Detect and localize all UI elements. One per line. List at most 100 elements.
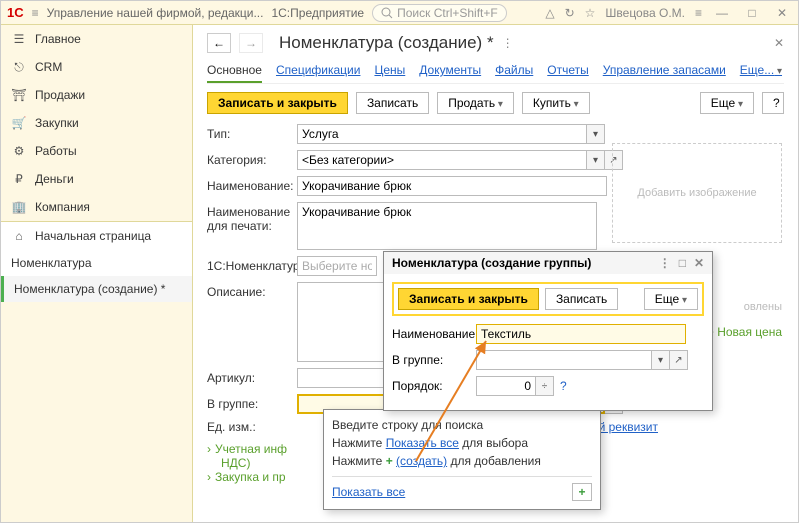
group-label: В группе:: [207, 397, 297, 411]
notifications-icon[interactable]: △: [545, 6, 554, 20]
save-close-button[interactable]: Записать и закрыть: [207, 92, 348, 114]
popup-name-label: Наименование:: [392, 327, 476, 341]
sell-button[interactable]: Продать: [437, 92, 514, 114]
popup-name-field[interactable]: [476, 324, 686, 344]
name-field[interactable]: [297, 176, 607, 196]
image-placeholder[interactable]: Добавить изображение: [612, 143, 782, 243]
home-icon: ☰: [11, 31, 27, 47]
type-field[interactable]: [297, 124, 587, 144]
article-label: Артикул:: [207, 371, 297, 385]
desc-label: Описание:: [207, 282, 297, 299]
nav-money[interactable]: ₽Деньги: [1, 165, 192, 193]
more-menu-icon[interactable]: ⋮: [502, 36, 514, 50]
category-dropdown-icon[interactable]: ▾: [587, 150, 605, 170]
tab-stock[interactable]: Управление запасами: [603, 59, 726, 83]
popup-order-field[interactable]: [476, 376, 536, 396]
popup-save-button[interactable]: Записать: [545, 288, 618, 310]
nav-company[interactable]: 🏢Компания: [1, 193, 192, 221]
tab-more[interactable]: Еще...: [740, 59, 782, 83]
sidebar: ☰Главное ⎋CRM ⛩Продажи 🛒Закупки ⚙Работы …: [1, 25, 193, 522]
save-button[interactable]: Записать: [356, 92, 429, 114]
nom-field[interactable]: [297, 256, 377, 276]
type-dropdown-icon[interactable]: ▾: [587, 124, 605, 144]
nav-sales[interactable]: ⛩Продажи: [1, 81, 192, 109]
tab-docs[interactable]: Документы: [419, 59, 481, 83]
popup-save-close-button[interactable]: Записать и закрыть: [398, 288, 539, 310]
popup-close-icon[interactable]: ✕: [694, 256, 704, 270]
updated-note: овлены: [744, 301, 782, 313]
logo-1c: 1C: [7, 5, 24, 20]
forward-button[interactable]: →: [239, 33, 263, 53]
search-dropdown: Введите строку для поиска Нажмите Показа…: [323, 409, 601, 510]
nav-start-page[interactable]: ⌂Начальная страница: [1, 222, 192, 250]
money-icon: ₽: [11, 171, 27, 187]
cart-icon: 🛒: [11, 115, 27, 131]
star-icon[interactable]: ☆: [585, 6, 596, 20]
category-field[interactable]: [297, 150, 587, 170]
print-name-label: Наименование для печати:: [207, 202, 297, 233]
type-label: Тип:: [207, 127, 297, 141]
footer-show-all-link[interactable]: Показать все: [332, 485, 405, 499]
popup-more-icon[interactable]: ⋮: [659, 256, 671, 270]
help-button[interactable]: ?: [762, 92, 784, 114]
titlebar: 1C ≡ Управление нашей фирмой, редакци...…: [1, 1, 798, 25]
nav-works[interactable]: ⚙Работы: [1, 137, 192, 165]
popup-group-open-icon[interactable]: ↗: [670, 350, 688, 370]
vat-link[interactable]: НДС): [221, 456, 250, 470]
popup-more-button[interactable]: Еще: [644, 288, 698, 310]
search-hint-2: Нажмите Показать все для выбора: [332, 436, 592, 450]
add-button[interactable]: +: [572, 483, 592, 501]
tab-files[interactable]: Файлы: [495, 59, 533, 83]
create-link[interactable]: (создать): [396, 454, 447, 468]
category-label: Категория:: [207, 153, 297, 167]
popup-group-dropdown-icon[interactable]: ▾: [652, 350, 670, 370]
more-button[interactable]: Еще: [700, 92, 754, 114]
buy-button[interactable]: Купить: [522, 92, 590, 114]
popup-group-field[interactable]: [476, 350, 652, 370]
show-all-link[interactable]: Показать все: [386, 436, 459, 450]
tab-reports[interactable]: Отчеты: [547, 59, 588, 83]
spinner-icon[interactable]: ÷: [536, 376, 554, 396]
global-search[interactable]: Поиск Ctrl+Shift+F: [372, 4, 507, 22]
purchase-link[interactable]: Закупка и пр: [215, 470, 286, 484]
popup-max-icon[interactable]: □: [679, 256, 686, 270]
close-page-button[interactable]: ✕: [774, 36, 784, 50]
sales-icon: ⛩: [11, 87, 27, 103]
tab-main[interactable]: Основное: [207, 59, 262, 83]
user-name[interactable]: Швецова О.М.: [605, 6, 685, 20]
nav-nomenclature-create[interactable]: Номенклатура (создание) *: [1, 276, 192, 302]
help-icon[interactable]: ?: [560, 379, 567, 393]
building-icon: 🏢: [11, 199, 27, 215]
tab-prices[interactable]: Цены: [374, 59, 405, 83]
menu-icon[interactable]: ≡: [32, 6, 39, 20]
app-title: Управление нашей фирмой, редакци...: [47, 6, 264, 20]
nav-main[interactable]: ☰Главное: [1, 25, 192, 53]
history-icon[interactable]: ↻: [565, 6, 575, 20]
group-create-popup: Номенклатура (создание группы) ⋮ □ ✕ Зап…: [383, 251, 713, 411]
popup-order-label: Порядок:: [392, 379, 476, 393]
nav-nomenclature[interactable]: Номенклатура: [1, 250, 192, 276]
popup-group-label: В группе:: [392, 353, 476, 367]
search-icon: [381, 7, 393, 19]
back-button[interactable]: ←: [207, 33, 231, 53]
nav-purchases[interactable]: 🛒Закупки: [1, 109, 192, 137]
unit-label: Ед. изм.:: [207, 420, 297, 434]
popup-title: Номенклатура (создание группы): [392, 256, 591, 270]
minimize-button[interactable]: —: [712, 6, 732, 20]
search-hint-3: Нажмите + (создать) для добавления: [332, 454, 592, 468]
gear-icon: ⚙: [11, 143, 27, 159]
new-price-link[interactable]: + Новая цена: [707, 325, 782, 339]
settings-icon[interactable]: ≡: [695, 6, 702, 20]
page-title: Номенклатура (создание) *: [279, 33, 494, 53]
tabs: Основное Спецификации Цены Документы Фай…: [207, 59, 784, 84]
nav-crm[interactable]: ⎋CRM: [1, 53, 192, 81]
close-button[interactable]: ✕: [772, 6, 792, 20]
crm-icon: ⎋: [11, 59, 27, 75]
name-label: Наименование:: [207, 179, 297, 193]
app-name: 1С:Предприятие: [271, 6, 364, 20]
print-name-field[interactable]: Укорачивание брюк: [297, 202, 597, 250]
accounting-link[interactable]: Учетная инф: [215, 442, 287, 456]
plus-icon: +: [386, 454, 396, 468]
maximize-button[interactable]: □: [742, 6, 762, 20]
tab-specs[interactable]: Спецификации: [276, 59, 360, 83]
